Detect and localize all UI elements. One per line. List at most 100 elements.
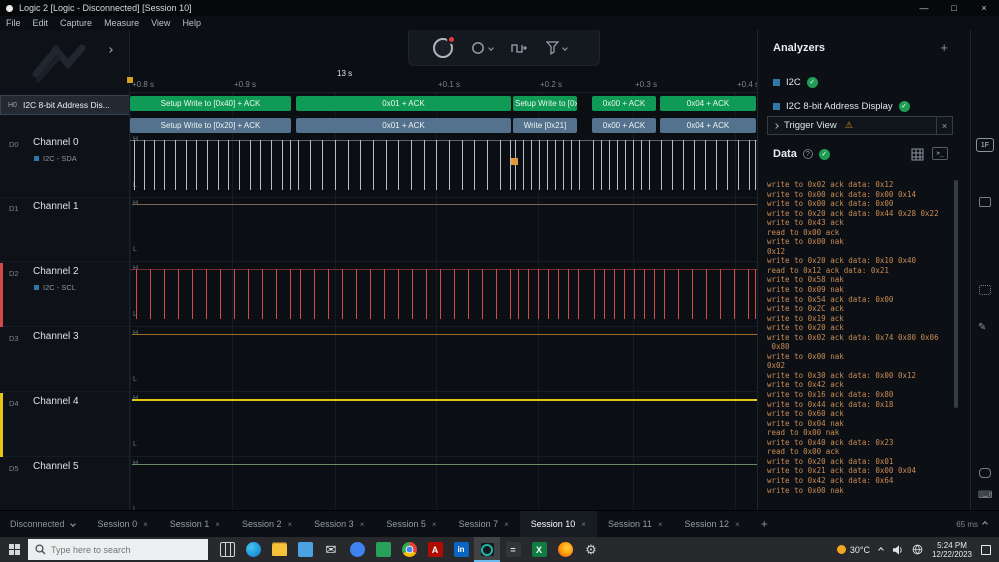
timeline[interactable]: +0.8 s+0.9 s13 s+0.1 s+0.2 s+0.3 s+0.4 s <box>130 68 757 93</box>
mail-taskbar-button[interactable]: ✉ <box>318 537 344 562</box>
settings-taskbar-button[interactable]: ⚙ <box>578 537 604 562</box>
close-tab-icon[interactable]: × <box>360 520 365 529</box>
decoder-block[interactable]: 0x04 + ACK <box>660 118 756 133</box>
excel-taskbar-button[interactable]: X <box>526 537 552 562</box>
selection-marker[interactable] <box>511 158 518 165</box>
channel-row-d0[interactable]: D0Channel 0I2C - SDA <box>0 134 130 198</box>
decoder-block[interactable]: Setup Write to [0x <box>513 96 577 111</box>
action-center-icon[interactable] <box>981 545 991 555</box>
wave-row-d0[interactable]: HL <box>130 134 757 198</box>
channel-row-d1[interactable]: D1Channel 1 <box>0 198 130 262</box>
decoder-block[interactable]: 0x00 + ACK <box>592 96 656 111</box>
start-capture-button[interactable] <box>433 38 453 58</box>
close-tab-icon[interactable]: × <box>143 520 148 529</box>
wave-row-d4[interactable]: HL <box>130 393 757 457</box>
session-tab[interactable]: Session 10× <box>520 511 597 537</box>
linkedin-taskbar-button[interactable]: in <box>448 537 474 562</box>
trigger-button[interactable] <box>546 41 567 55</box>
timeline-trigger-marker[interactable] <box>127 77 133 83</box>
analyzer-item[interactable]: I2C✓ <box>773 70 960 94</box>
new-session-button[interactable]: + <box>751 517 778 531</box>
menu-help[interactable]: Help <box>176 18 207 28</box>
menu-measure[interactable]: Measure <box>98 18 145 28</box>
comments-icon[interactable] <box>979 197 991 207</box>
close-tab-icon[interactable]: × <box>215 520 220 529</box>
analyzer-item[interactable]: I2C 8-bit Address Display✓ <box>773 94 960 118</box>
network-icon[interactable] <box>912 544 923 555</box>
remove-trigger-view-button[interactable]: × <box>936 117 952 134</box>
add-analyzer-button[interactable]: + <box>940 40 948 55</box>
menu-file[interactable]: File <box>0 18 27 28</box>
chat-icon[interactable] <box>979 468 991 478</box>
device-settings-button[interactable] <box>471 41 493 55</box>
table-view-icon[interactable] <box>911 148 924 166</box>
decoder-block[interactable]: Write [0x21] <box>513 118 577 133</box>
wave-row-d2[interactable]: HL <box>130 263 757 327</box>
session-tab[interactable]: Session 2× <box>231 511 303 537</box>
sidebar-expand-icon[interactable] <box>107 47 113 53</box>
file-explorer-taskbar-button[interactable] <box>266 537 292 562</box>
channel-row-d5[interactable]: D5Channel 5 <box>0 458 130 510</box>
close-tab-icon[interactable]: × <box>735 520 740 529</box>
decoder-block[interactable]: 0x01 + ACK <box>296 96 511 111</box>
close-tab-icon[interactable]: × <box>432 520 437 529</box>
analyzer-header-row[interactable]: H0 I2C 8-bit Address Dis... <box>0 95 130 115</box>
channel-row-d2[interactable]: D2Channel 2I2C - SCL <box>0 263 130 327</box>
logic-taskbar-button[interactable] <box>474 537 500 562</box>
device-badge-icon[interactable]: 1F <box>976 138 994 152</box>
session-tab[interactable]: Session 0× <box>87 511 159 537</box>
chevron-up-icon[interactable] <box>982 521 988 527</box>
decoder-block[interactable]: Setup Write to [0x20] + ACK <box>130 118 291 133</box>
decoder-block[interactable]: 0x00 + ACK <box>592 118 656 133</box>
session-tab[interactable]: Session 1× <box>159 511 231 537</box>
device-selector[interactable]: Disconnected <box>0 519 87 529</box>
session-tab[interactable]: Session 5× <box>375 511 447 537</box>
decoder-block[interactable]: 0x04 + ACK <box>660 96 756 111</box>
annotations-icon[interactable]: ✎ <box>978 322 986 333</box>
wave-row-d5[interactable]: HL <box>130 458 757 510</box>
speaker-icon[interactable] <box>892 545 903 555</box>
channel-row-d4[interactable]: D4Channel 4 <box>0 393 130 457</box>
photos-taskbar-button[interactable] <box>344 537 370 562</box>
help-icon[interactable]: ? <box>803 149 813 159</box>
session-tab[interactable]: Session 3× <box>303 511 375 537</box>
wave-row-d1[interactable]: HL <box>130 198 757 262</box>
weather-widget[interactable]: 30°C <box>837 545 870 555</box>
close-tab-icon[interactable]: × <box>658 520 663 529</box>
trigger-view-row[interactable]: Trigger View ⚠ × <box>767 116 953 135</box>
chrome-taskbar-button[interactable] <box>396 537 422 562</box>
menu-view[interactable]: View <box>145 18 176 28</box>
menu-edit[interactable]: Edit <box>27 18 55 28</box>
edge-taskbar-button[interactable] <box>240 537 266 562</box>
decoder-block[interactable]: Setup Write to [0x40] + ACK <box>130 96 291 111</box>
close-tab-icon[interactable]: × <box>287 520 292 529</box>
acrobat-taskbar-button[interactable]: A <box>422 537 448 562</box>
session-tab[interactable]: Session 7× <box>448 511 520 537</box>
taskbar-search[interactable] <box>28 539 208 560</box>
session-tab[interactable]: Session 11× <box>597 511 674 537</box>
extensions-icon[interactable] <box>979 285 991 295</box>
wave-area[interactable]: Setup Write to [0x40] + ACK0x01 + ACKSet… <box>130 93 757 510</box>
session-tab[interactable]: Session 12× <box>674 511 751 537</box>
task-view-taskbar-button[interactable] <box>214 537 240 562</box>
close-tab-icon[interactable]: × <box>581 520 586 529</box>
minimize-button[interactable]: — <box>909 0 939 16</box>
add-measurement-button[interactable] <box>511 41 528 55</box>
close-tab-icon[interactable]: × <box>504 520 509 529</box>
calculator-taskbar-button[interactable]: = <box>500 537 526 562</box>
close-button[interactable]: × <box>969 0 999 16</box>
green-app-taskbar-button[interactable] <box>370 537 396 562</box>
channel-row-d3[interactable]: D3Channel 3 <box>0 328 130 392</box>
taskbar-clock[interactable]: 5:24 PM 12/22/2023 <box>932 541 972 559</box>
start-button[interactable] <box>0 537 28 562</box>
decoder-block[interactable]: 0x01 + ACK <box>296 118 511 133</box>
menu-capture[interactable]: Capture <box>54 18 98 28</box>
store-taskbar-button[interactable] <box>292 537 318 562</box>
maximize-button[interactable]: □ <box>939 0 969 16</box>
search-input[interactable] <box>51 545 191 555</box>
firefox-taskbar-button[interactable] <box>552 537 578 562</box>
terminal-view-icon[interactable]: >_ <box>932 147 948 160</box>
keyboard-shortcuts-icon[interactable]: ⌨ <box>978 490 992 501</box>
wave-row-d3[interactable]: HL <box>130 328 757 392</box>
tray-expand-icon[interactable] <box>878 547 884 553</box>
